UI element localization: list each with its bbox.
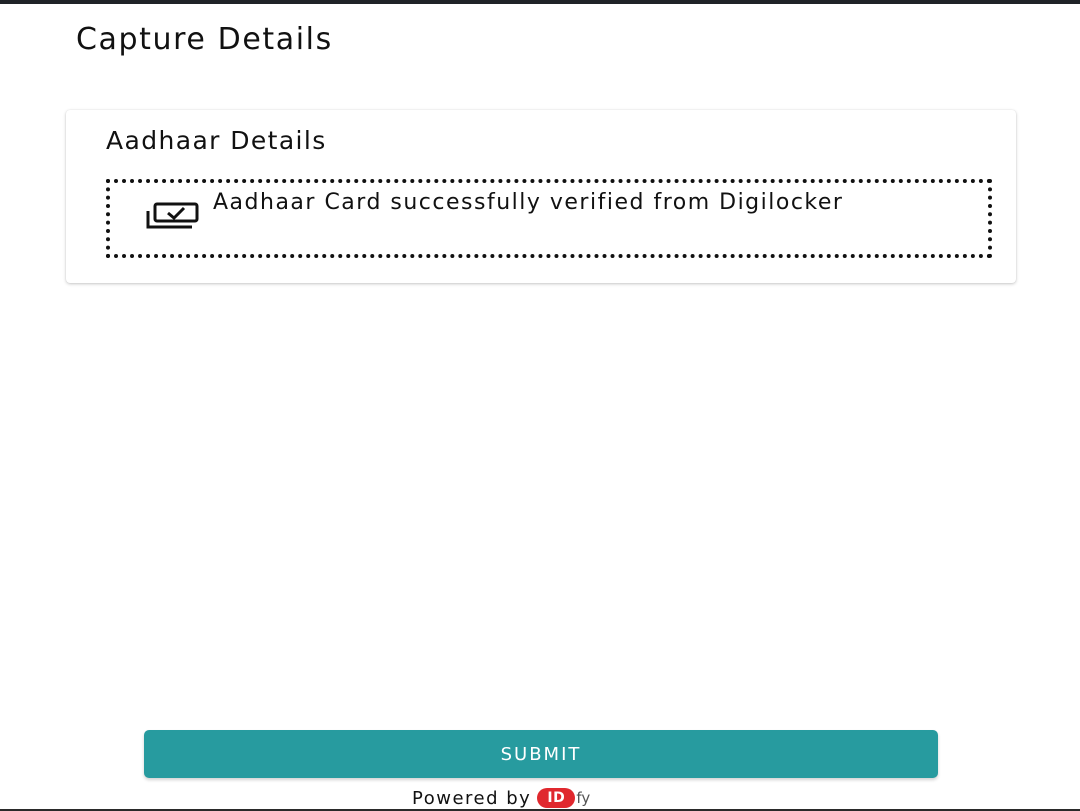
- submit-button[interactable]: SUBMIT: [144, 730, 938, 778]
- powered-by-label: Powered by: [412, 787, 532, 809]
- aadhaar-verified-box: Aadhaar Card successfully verified from …: [106, 179, 992, 258]
- aadhaar-card-title: Aadhaar Details: [106, 126, 327, 155]
- idfy-logo-suffix: fy: [576, 789, 591, 807]
- idfy-logo-mark: ID: [537, 788, 576, 808]
- verified-document-icon: [146, 202, 199, 229]
- powered-by-footer: Powered by ID fy: [412, 785, 590, 811]
- idfy-logo: ID fy: [537, 788, 590, 808]
- page-title: Capture Details: [76, 22, 333, 57]
- aadhaar-details-card: Aadhaar Details Aadhaar Card successfull…: [66, 110, 1016, 283]
- aadhaar-verified-message: Aadhaar Card successfully verified from …: [213, 190, 844, 215]
- top-status-strip: [0, 0, 1080, 4]
